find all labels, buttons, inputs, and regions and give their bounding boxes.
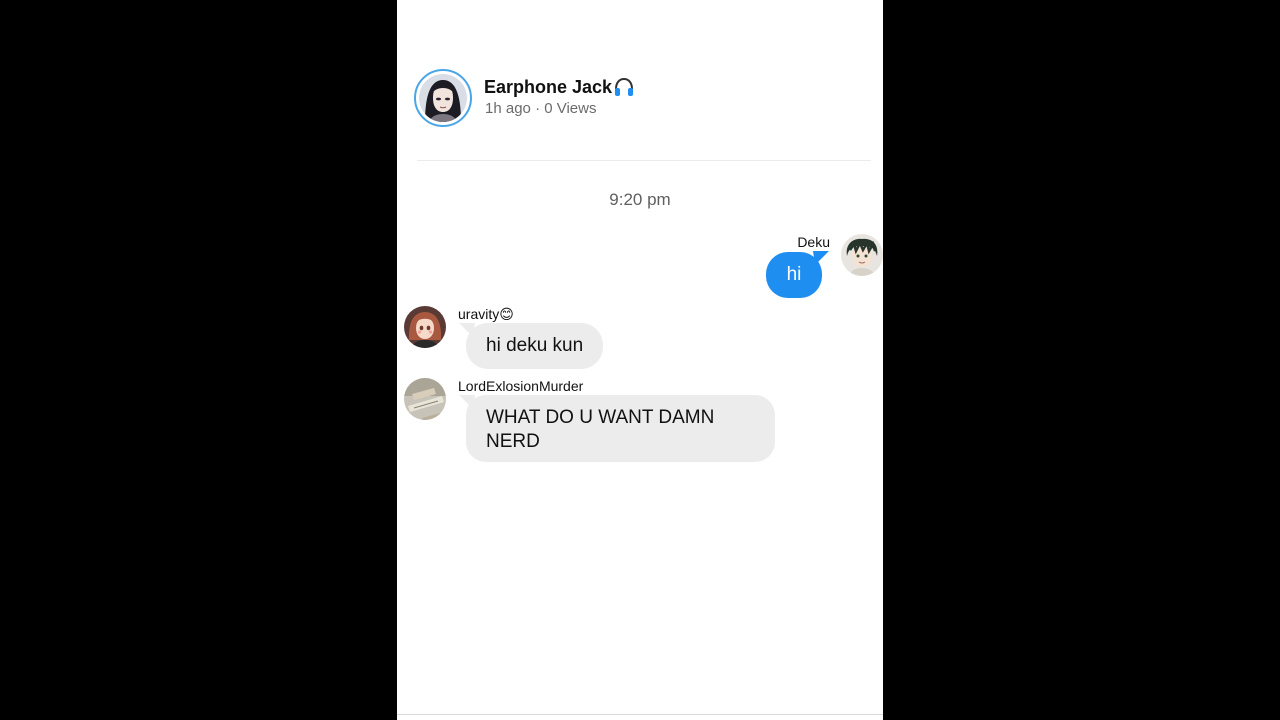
post-title-row: Earphone Jack <box>484 76 635 98</box>
author-avatar[interactable] <box>414 69 472 127</box>
post-meta: 1h ago · 0 Views <box>485 100 597 118</box>
headphones-icon <box>613 76 635 98</box>
avatar-lordexlosionmurder[interactable] <box>404 378 446 420</box>
view-count: 0 Views <box>544 100 597 117</box>
message-sender-uravity: uravity😊 <box>458 306 514 322</box>
chat-timestamp: 9:20 pm <box>609 190 671 209</box>
avatar-uravity[interactable] <box>404 306 446 348</box>
meta-separator: · <box>535 100 541 117</box>
message-bubble-outgoing[interactable]: hi <box>766 252 822 298</box>
story-chat-screen: Earphone Jack 1h ago · 0 Views 9:20 pm D… <box>397 0 883 720</box>
post-age: 1h ago <box>485 100 531 117</box>
avatar-deku[interactable] <box>841 234 883 276</box>
message-sender-lordexlosionmurder: LordExlosionMurder <box>458 378 584 394</box>
message-bubble-incoming[interactable]: hi deku kun <box>466 323 604 369</box>
header-divider <box>417 160 871 161</box>
message-bubble-incoming[interactable]: WHAT DO U WANT DAMN NERD <box>466 395 775 462</box>
bottom-divider <box>397 714 883 715</box>
author-avatar-image <box>419 74 467 122</box>
author-name[interactable]: Earphone Jack <box>484 76 612 98</box>
message-sender-deku: Deku <box>797 234 830 250</box>
